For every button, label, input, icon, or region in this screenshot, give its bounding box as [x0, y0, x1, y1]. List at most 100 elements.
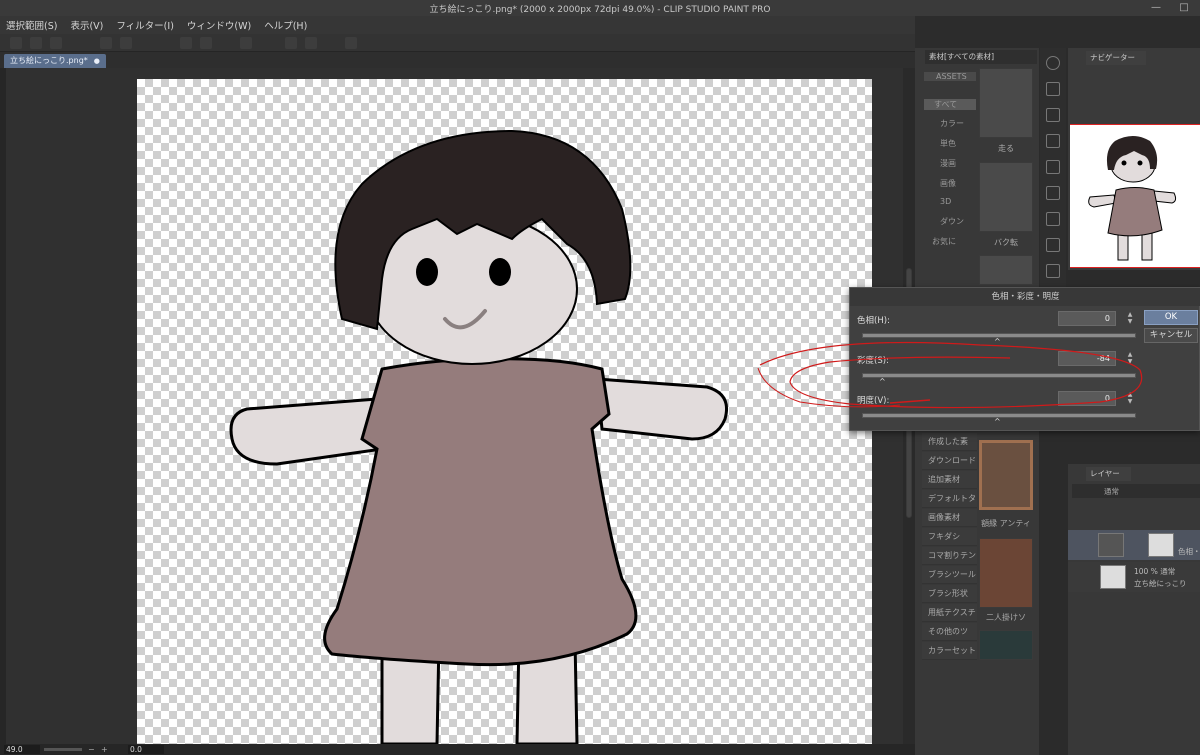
- value-spinner[interactable]: ▲ ▼: [1125, 391, 1135, 406]
- spin-down-icon[interactable]: ▼: [1125, 318, 1135, 325]
- menu-filter[interactable]: フィルター(I): [116, 18, 174, 32]
- material-list-item[interactable]: ブラシツール: [922, 566, 977, 584]
- zoom-in-button[interactable]: +: [101, 744, 108, 755]
- material-list-item[interactable]: その他のツ: [922, 623, 977, 641]
- ok-button[interactable]: OK: [1144, 310, 1198, 325]
- navigator-preview[interactable]: [1070, 124, 1200, 268]
- menu-selection[interactable]: 選択範囲(S): [6, 18, 57, 32]
- tree-item[interactable]: ASSETS: [924, 72, 976, 81]
- material-list-item[interactable]: ダウンロード: [922, 452, 977, 470]
- camera-icon[interactable]: [1046, 264, 1060, 278]
- material-thumbnail[interactable]: [979, 68, 1033, 138]
- minimize-button[interactable]: —: [1142, 0, 1170, 16]
- material-list-item[interactable]: カラーセット: [922, 642, 977, 660]
- tool-icon[interactable]: [200, 37, 212, 49]
- tool-icon[interactable]: [285, 37, 297, 49]
- saturation-slider[interactable]: [862, 373, 1136, 378]
- spin-up-icon[interactable]: ▲: [1125, 391, 1135, 398]
- material-thumbnail[interactable]: [979, 255, 1033, 285]
- tree-item[interactable]: ダウン: [924, 216, 976, 227]
- material-list-item[interactable]: フキダシ: [922, 528, 977, 546]
- close-icon[interactable]: ●: [94, 57, 100, 65]
- image-icon[interactable]: [1046, 238, 1060, 252]
- layer-mask-thumbnail: [1148, 533, 1174, 557]
- close-icon[interactable]: [1046, 134, 1060, 148]
- spin-down-icon[interactable]: ▼: [1125, 398, 1135, 405]
- dialog-title: 色相・彩度・明度: [850, 288, 1200, 306]
- zoom-field[interactable]: 49.0: [4, 745, 40, 754]
- material-list-item[interactable]: 用紙テクスチ: [922, 604, 977, 622]
- tree-item[interactable]: 単色: [924, 138, 976, 149]
- tool-icon[interactable]: [305, 37, 317, 49]
- navigator-header: ナビゲーター: [1086, 51, 1146, 65]
- tool-icon[interactable]: [10, 37, 22, 49]
- tree-item[interactable]: お気に: [924, 236, 976, 247]
- material-thumbnail-label: 走る: [998, 144, 1014, 153]
- list-icon[interactable]: [1046, 82, 1060, 96]
- layer-row[interactable]: 100 % 通常 立ち絵にっこり: [1068, 562, 1200, 592]
- zoom-out-button[interactable]: −: [88, 744, 95, 755]
- command-bar: [0, 34, 915, 52]
- search-icon[interactable]: [1046, 56, 1060, 70]
- menu-window[interactable]: ウィンドウ(W): [187, 18, 251, 32]
- document-tab[interactable]: 立ち絵にっこり.png* ●: [4, 54, 106, 68]
- material-list-item[interactable]: 作成した素: [922, 433, 977, 451]
- tool-icon[interactable]: [50, 37, 62, 49]
- window-title: 立ち絵にっこり.png* (2000 x 2000px 72dpi 49.0%)…: [429, 5, 771, 15]
- material-list-item[interactable]: 追加素材: [922, 471, 977, 489]
- tool-icon[interactable]: [240, 37, 252, 49]
- material-thumbnail[interactable]: [979, 630, 1033, 660]
- layer-row[interactable]: 色相・彩: [1068, 530, 1200, 560]
- spin-up-icon[interactable]: ▲: [1125, 311, 1135, 318]
- tree-item[interactable]: 画像: [924, 178, 976, 189]
- image-icon[interactable]: [1046, 186, 1060, 200]
- saturation-spinner[interactable]: ▲ ▼: [1125, 351, 1135, 366]
- title-bar: 立ち絵にっこり.png* (2000 x 2000px 72dpi 49.0%)…: [0, 0, 1200, 16]
- material-list-item[interactable]: ブラシ形状: [922, 585, 977, 603]
- zoom-slider[interactable]: [44, 748, 82, 751]
- saturation-slider-knob[interactable]: ^: [879, 377, 886, 386]
- value-input[interactable]: 0: [1058, 391, 1116, 406]
- spin-up-icon[interactable]: ▲: [1125, 351, 1135, 358]
- canvas-area[interactable]: [6, 68, 903, 744]
- saturation-label: 彩度(S):: [857, 356, 889, 366]
- tree-item[interactable]: カラー: [924, 118, 976, 129]
- tool-icon[interactable]: [100, 37, 112, 49]
- hue-input[interactable]: 0: [1058, 311, 1116, 326]
- left-arm: [229, 397, 384, 466]
- tool-icon[interactable]: [345, 37, 357, 49]
- tool-icon[interactable]: [180, 37, 192, 49]
- tree-item[interactable]: すべて: [924, 99, 976, 110]
- image-icon[interactable]: [1046, 212, 1060, 226]
- material-list-item[interactable]: コマ割りテン: [922, 547, 977, 565]
- tool-icon[interactable]: [120, 37, 132, 49]
- image-icon[interactable]: [1046, 160, 1060, 174]
- material-thumbnail[interactable]: [979, 440, 1033, 510]
- status-bar: 49.0 − + 0.0: [0, 744, 915, 755]
- value-slider-knob[interactable]: ^: [994, 417, 1001, 426]
- tree-item[interactable]: 漫画: [924, 158, 976, 169]
- menu-view[interactable]: 表示(V): [70, 18, 103, 32]
- material-thumbnail[interactable]: [979, 538, 1033, 608]
- tool-icon[interactable]: [30, 37, 42, 49]
- camera-icon[interactable]: [1046, 108, 1060, 122]
- maximize-button[interactable]: □: [1170, 0, 1198, 16]
- canvas[interactable]: [137, 79, 872, 744]
- rotation-field[interactable]: 0.0: [128, 745, 164, 754]
- dress: [323, 357, 638, 667]
- layer-thumbnail: [1100, 565, 1126, 589]
- saturation-input[interactable]: -84: [1058, 351, 1116, 366]
- material-thumbnail[interactable]: [979, 162, 1033, 232]
- hue-spinner[interactable]: ▲ ▼: [1125, 311, 1135, 326]
- spin-down-icon[interactable]: ▼: [1125, 358, 1135, 365]
- material-list-item[interactable]: デフォルトタ: [922, 490, 977, 508]
- hue-slider-knob[interactable]: ^: [994, 337, 1001, 346]
- material-list-item[interactable]: 画像素材: [922, 509, 977, 527]
- layer-panel: [1068, 464, 1200, 755]
- menu-help[interactable]: ヘルプ(H): [264, 18, 307, 32]
- blend-mode-select[interactable]: 通常: [1104, 486, 1119, 497]
- hue-label: 色相(H):: [857, 316, 890, 326]
- material-thumbnail-label: 二人掛けソ: [986, 613, 1026, 622]
- tree-item[interactable]: 3D: [924, 197, 976, 206]
- cancel-button[interactable]: キャンセル: [1144, 328, 1198, 343]
